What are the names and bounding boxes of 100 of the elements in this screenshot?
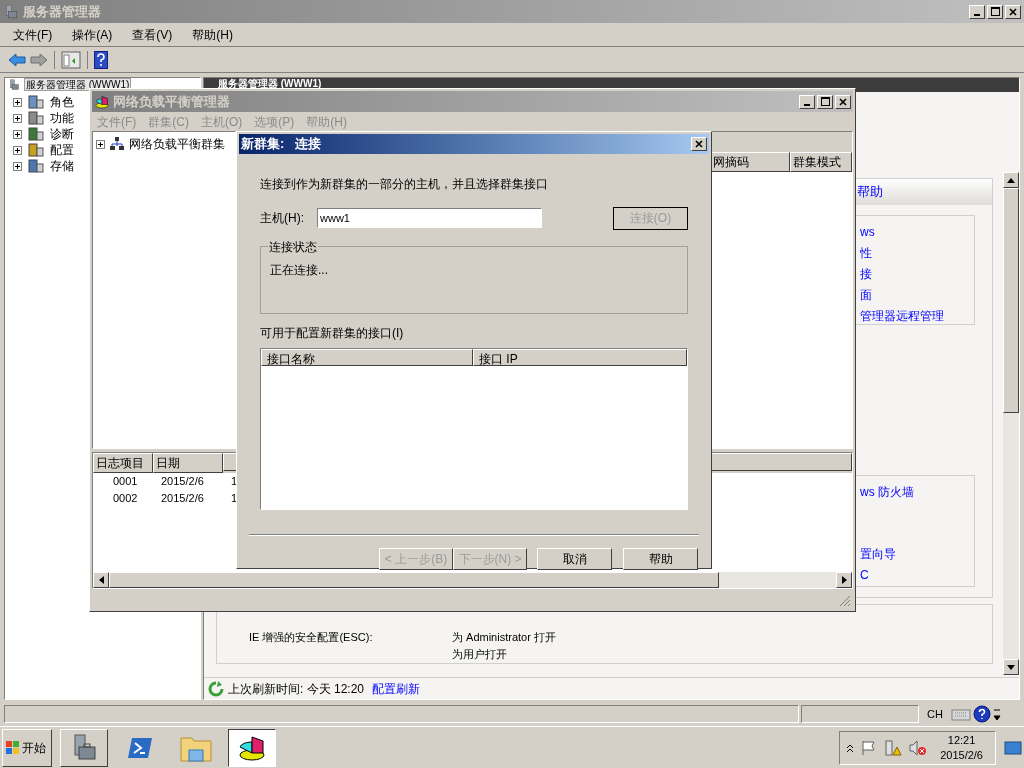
minimize-icon bbox=[804, 103, 810, 106]
expand-icon[interactable] bbox=[13, 145, 22, 155]
server-icon bbox=[7, 78, 21, 91]
column-header[interactable]: 日志项目 bbox=[93, 453, 153, 473]
close-icon bbox=[695, 139, 703, 148]
vertical-scrollbar[interactable] bbox=[1003, 172, 1019, 675]
expand-icon[interactable] bbox=[13, 161, 22, 171]
window-title: 网络负载平衡管理器 bbox=[113, 92, 230, 111]
forward-arrow-icon[interactable] bbox=[30, 52, 48, 67]
left-arrow-icon[interactable] bbox=[98, 576, 104, 584]
pie-chart-icon bbox=[94, 93, 110, 110]
help-icon[interactable] bbox=[94, 50, 108, 69]
host-label: 主机(H): bbox=[260, 210, 305, 227]
menu-item[interactable]: 查看(V) bbox=[132, 25, 173, 44]
muted-speaker-icon[interactable] bbox=[909, 739, 928, 756]
tree-item[interactable]: 存储 bbox=[50, 157, 74, 175]
status-text: 正在连接... bbox=[270, 262, 328, 277]
close-button[interactable] bbox=[835, 94, 851, 109]
up-arrow-icon[interactable] bbox=[1007, 177, 1015, 183]
down-arrow-icon[interactable] bbox=[1007, 664, 1015, 670]
help-link[interactable]: ws bbox=[860, 222, 875, 243]
horizontal-scrollbar[interactable] bbox=[93, 572, 852, 588]
table-cell-text: 2015/2/6 bbox=[160, 491, 205, 507]
network-icon bbox=[109, 137, 125, 151]
expand-icon[interactable] bbox=[13, 97, 22, 107]
expand-icon[interactable] bbox=[96, 139, 105, 149]
language-indicator[interactable]: CH bbox=[921, 705, 949, 723]
minimize-button[interactable] bbox=[969, 4, 985, 19]
node-icon bbox=[28, 111, 44, 125]
instruction-text: 连接到作为新群集的一部分的主机，并且选择群集接口 bbox=[260, 175, 549, 193]
help-link[interactable]: 性 bbox=[860, 243, 872, 264]
options-icon[interactable] bbox=[992, 706, 1001, 722]
host-input-field[interactable]: www1 bbox=[317, 208, 542, 228]
help-link[interactable]: ws 防火墙 bbox=[860, 482, 914, 503]
column-header[interactable]: 接口 IP bbox=[473, 348, 687, 366]
setting-value: 为用户打开 bbox=[452, 646, 508, 662]
tree-item[interactable]: 网络负载平衡群集 bbox=[129, 135, 225, 153]
flag-icon[interactable] bbox=[861, 739, 878, 756]
help-link[interactable]: 接 bbox=[860, 264, 872, 285]
menu-item[interactable]: 操作(A) bbox=[72, 25, 113, 44]
configure-refresh-link[interactable]: 配置刷新 bbox=[372, 679, 421, 698]
help-link[interactable]: 置向导 bbox=[860, 544, 896, 565]
maximize-icon bbox=[820, 97, 830, 106]
column-header[interactable]: 接口名称 bbox=[261, 348, 473, 366]
wizard-button[interactable]: 帮助 bbox=[623, 547, 698, 570]
wizard-button[interactable]: 取消 bbox=[537, 547, 612, 570]
expand-icon[interactable] bbox=[13, 129, 22, 139]
back-arrow-icon[interactable] bbox=[8, 52, 26, 67]
clock-date[interactable]: 2015/2/6 bbox=[940, 747, 983, 763]
console-tree-icon[interactable] bbox=[61, 50, 81, 69]
pane-title: 服务器管理器 (WWW1) bbox=[218, 78, 322, 90]
help-icon[interactable] bbox=[972, 705, 991, 723]
tree-item[interactable]: 功能 bbox=[50, 109, 74, 127]
node-icon bbox=[28, 127, 44, 141]
table-cell-text: 0002 bbox=[112, 491, 139, 507]
clock-time[interactable]: 12:21 bbox=[947, 732, 976, 748]
tree-item[interactable]: 配置 bbox=[50, 141, 74, 159]
tree-item[interactable]: 角色 bbox=[50, 93, 74, 111]
resize-grip-icon[interactable] bbox=[839, 595, 851, 607]
show-desktop-icon[interactable] bbox=[1004, 739, 1022, 756]
column-header[interactable]: 群集模式 bbox=[790, 152, 852, 172]
close-button[interactable] bbox=[691, 136, 707, 151]
terminal-icon bbox=[127, 735, 153, 760]
node-icon bbox=[28, 95, 44, 109]
start-button[interactable]: 开始 bbox=[2, 728, 52, 767]
help-link[interactable]: C bbox=[860, 565, 869, 586]
close-button[interactable] bbox=[1005, 4, 1021, 19]
tree-item[interactable]: 诊断 bbox=[50, 125, 74, 143]
table-cell-text: 2015/2/6 bbox=[160, 474, 205, 490]
expand-icon[interactable] bbox=[13, 113, 22, 123]
table-cell-text: 0001 bbox=[112, 474, 139, 490]
maximize-button[interactable] bbox=[987, 4, 1003, 19]
close-icon bbox=[839, 97, 847, 106]
network-warning-icon[interactable] bbox=[884, 739, 903, 756]
interfaces-label: 可用于配置新群集的接口(I) bbox=[260, 324, 405, 342]
close-icon bbox=[1009, 7, 1017, 16]
minimize-icon bbox=[974, 13, 980, 16]
windows-logo-icon bbox=[5, 739, 21, 756]
dialog-title: 新群集: 连接 bbox=[241, 135, 322, 153]
menu-item[interactable]: 文件(F) bbox=[13, 25, 53, 44]
chevron-up-icon[interactable] bbox=[846, 742, 855, 753]
help-link[interactable]: 面 bbox=[860, 285, 872, 306]
maximize-button[interactable] bbox=[817, 94, 833, 109]
refresh-time-text: 上次刷新时间: 今天 12:20 bbox=[228, 680, 365, 698]
table-cell-text: 1 bbox=[230, 474, 238, 490]
node-icon bbox=[28, 143, 44, 157]
table-cell-text: 1 bbox=[230, 491, 238, 507]
setting-label: IE 增强的安全配置(ESC): bbox=[248, 630, 374, 645]
server-icon bbox=[3, 3, 19, 20]
refresh-icon[interactable] bbox=[208, 680, 224, 697]
minimize-button[interactable] bbox=[799, 94, 815, 109]
help-link[interactable]: 管理器远程管理 bbox=[860, 306, 944, 327]
menu-item[interactable]: 帮助(H) bbox=[192, 25, 233, 44]
taskbar-app-button[interactable] bbox=[228, 728, 276, 767]
node-icon bbox=[28, 159, 44, 173]
section-title[interactable]: 帮助 bbox=[857, 182, 883, 202]
right-arrow-icon[interactable] bbox=[841, 576, 847, 584]
maximize-icon bbox=[990, 7, 1000, 16]
setting-value: 为 Administrator 打开 bbox=[452, 630, 556, 645]
column-header[interactable]: 日期 bbox=[153, 453, 223, 473]
